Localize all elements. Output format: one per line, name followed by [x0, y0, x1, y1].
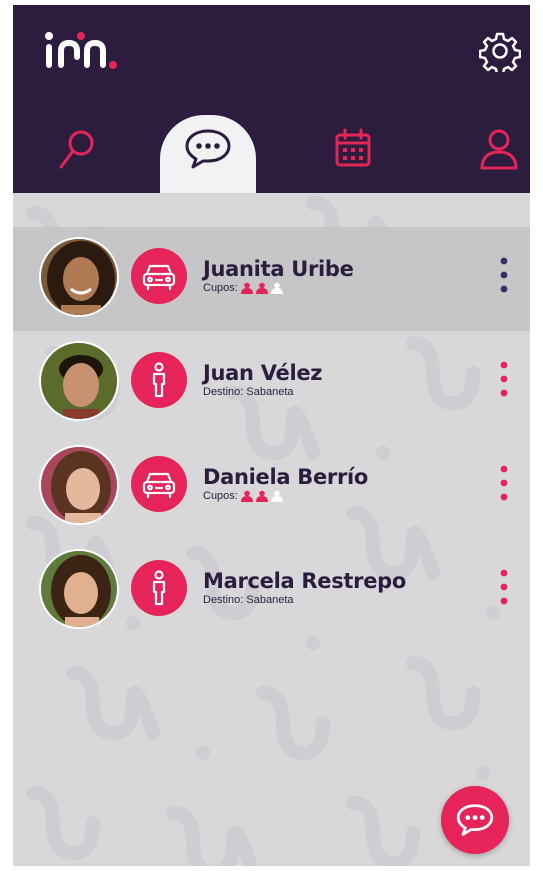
new-chat-button[interactable] [441, 786, 509, 854]
role-badge [131, 560, 187, 616]
more-options-icon[interactable] [497, 255, 511, 295]
more-options-icon[interactable] [497, 463, 511, 503]
destination-label: Destino: Sabaneta [203, 386, 294, 398]
brand-logo [45, 32, 117, 69]
chat-icon [185, 129, 231, 169]
settings-button[interactable] [478, 30, 522, 76]
seat-taken-icon [240, 282, 253, 294]
seat-free-icon [270, 490, 283, 502]
seat-taken-icon [240, 490, 253, 502]
list-item[interactable]: Juan Vélez Destino: Sabaneta [13, 331, 530, 435]
contact-name: Daniela Berrío [203, 465, 369, 489]
app-screen: Juanita Uribe Cupos: Juan Vélez Destino:… [13, 5, 530, 866]
car-icon [142, 264, 176, 290]
destination-label: Destino: Sabaneta [203, 594, 294, 606]
chat-icon [456, 804, 494, 836]
list-item[interactable]: Marcela Restrepo Destino: Sabaneta [13, 539, 530, 643]
avatar [39, 341, 119, 421]
gear-icon [478, 32, 522, 76]
role-badge [131, 352, 187, 408]
walking-person-icon [152, 362, 166, 398]
tab-calendar[interactable] [305, 115, 401, 193]
more-options-icon[interactable] [497, 359, 511, 399]
avatar [39, 549, 119, 629]
list-item[interactable]: Daniela Berrío Cupos: [13, 435, 530, 539]
app-header [13, 5, 530, 193]
contact-name: Juanita Uribe [203, 257, 354, 281]
seat-free-icon [270, 282, 283, 294]
car-icon [142, 472, 176, 498]
list-item[interactable]: Juanita Uribe Cupos: [13, 227, 530, 331]
contact-list: Juanita Uribe Cupos: Juan Vélez Destino:… [13, 227, 530, 643]
seat-taken-icon [255, 490, 268, 502]
contact-name: Marcela Restrepo [203, 569, 407, 593]
seats-label: Cupos: [203, 282, 238, 294]
seat-taken-icon [255, 282, 268, 294]
tab-chat[interactable] [160, 115, 256, 193]
role-badge [131, 456, 187, 512]
user-icon [480, 129, 518, 170]
avatar [39, 445, 119, 525]
tab-search[interactable] [29, 115, 125, 193]
search-icon [59, 130, 94, 169]
walking-person-icon [152, 570, 166, 606]
more-options-icon[interactable] [497, 567, 511, 607]
role-badge [131, 248, 187, 304]
seats-label: Cupos: [203, 490, 238, 502]
tab-profile[interactable] [451, 115, 530, 193]
contact-name: Juan Vélez [203, 361, 323, 385]
calendar-icon [335, 128, 371, 167]
avatar [39, 237, 119, 317]
